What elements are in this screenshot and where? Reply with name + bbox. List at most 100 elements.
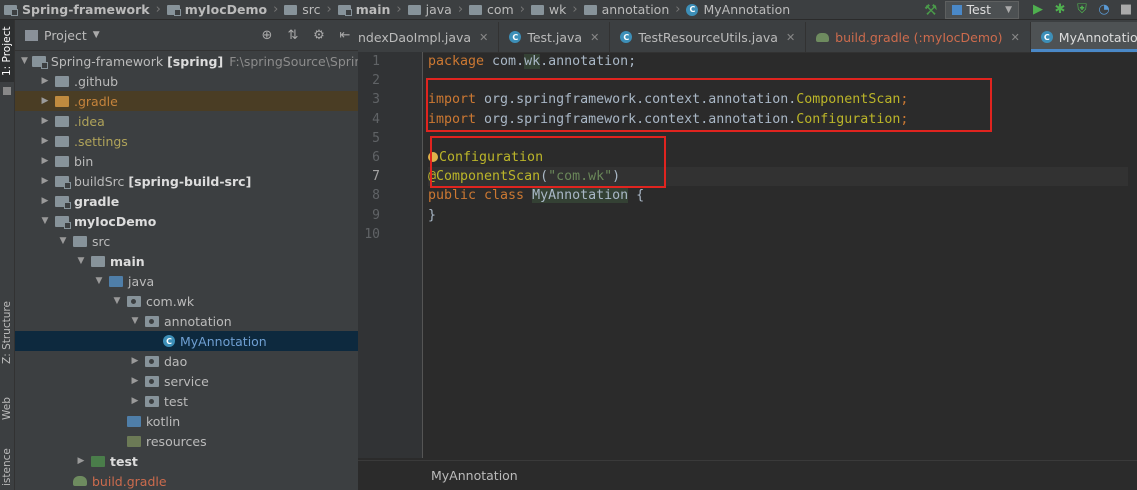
project-panel-header: Project ▼ ⊕ ⇅ ⚙ ⇤: [15, 20, 358, 51]
breadcrumb-item[interactable]: Spring-framework: [0, 2, 154, 17]
breadcrumb-file[interactable]: C MyAnnotation: [682, 2, 794, 17]
expanded-arrow-icon[interactable]: ▼: [57, 236, 69, 246]
expanded-arrow-icon[interactable]: ▼: [39, 216, 51, 226]
expanded-arrow-icon[interactable]: ▼: [129, 316, 141, 326]
gradle-file-icon: [816, 32, 830, 42]
editor-tab[interactable]: CMyAnnotation.java✕: [1030, 22, 1137, 52]
tree-item-label: build.gradle: [92, 473, 167, 489]
collapsed-arrow-icon[interactable]: ▶: [129, 396, 141, 406]
tree-item[interactable]: ▶ .idea: [15, 111, 358, 131]
excluded-folder-icon: [55, 95, 69, 107]
coverage-icon[interactable]: ⛨: [1071, 2, 1093, 17]
gear-icon[interactable]: ⚙: [306, 28, 332, 43]
debug-icon[interactable]: ✱: [1049, 2, 1071, 17]
tree-item[interactable]: ▶ service: [15, 371, 358, 391]
tree-item[interactable]: ▶ .gradle: [15, 91, 358, 111]
close-icon[interactable]: ✕: [1011, 31, 1020, 44]
tree-item[interactable]: ▶ dao: [15, 351, 358, 371]
tree-item[interactable]: ▶ buildSrc [spring-build-src]: [15, 171, 358, 191]
editor-breadcrumb-label[interactable]: MyAnnotation: [431, 468, 518, 483]
chevron-down-icon[interactable]: ▼: [93, 30, 100, 40]
tree-item[interactable]: ▼ src: [15, 231, 358, 251]
tree-item-label: service: [164, 373, 209, 389]
tree-item[interactable]: ▶ test: [15, 391, 358, 411]
expanded-arrow-icon[interactable]: ▼: [21, 56, 28, 66]
stop-icon[interactable]: ■: [1115, 2, 1137, 17]
editor-tab[interactable]: ndexDaoImpl.java ✕: [358, 22, 500, 52]
line-number: 7: [372, 169, 380, 185]
editor-tab[interactable]: C TestResourceUtils.java ✕: [610, 22, 807, 52]
collapsed-arrow-icon[interactable]: ▶: [39, 176, 51, 186]
collapsed-arrow-icon[interactable]: ▶: [39, 76, 51, 86]
expanded-arrow-icon[interactable]: ▼: [75, 256, 87, 266]
collapsed-arrow-icon[interactable]: ▶: [129, 376, 141, 386]
close-icon[interactable]: ✕: [479, 31, 488, 44]
collapsed-arrow-icon[interactable]: ▶: [39, 196, 51, 206]
tree-item[interactable]: ▶ gradle: [15, 191, 358, 211]
module-name-label: [spring]: [167, 53, 224, 69]
breadcrumb-item[interactable]: com: [465, 2, 518, 17]
breadcrumb-item[interactable]: src: [280, 2, 324, 17]
tree-item[interactable]: ▼ Spring-framework [spring] F:\springSource…: [15, 51, 358, 71]
run-icon[interactable]: ▶: [1027, 2, 1049, 17]
line-number: 4: [372, 111, 380, 127]
project-view-select[interactable]: Project: [44, 28, 87, 43]
breadcrumb-item[interactable]: java: [404, 2, 456, 17]
collapsed-arrow-icon[interactable]: ▶: [75, 456, 87, 466]
breadcrumb-item[interactable]: annotation: [580, 2, 674, 17]
code-line: public class MyAnnotation {: [428, 186, 1128, 205]
run-config-label: Test: [966, 2, 992, 17]
tree-item[interactable]: ▶ bin: [15, 151, 358, 171]
expanded-arrow-icon[interactable]: ▼: [93, 276, 105, 286]
package-icon: [145, 395, 159, 407]
tree-item[interactable]: ▶ .github: [15, 71, 358, 91]
test-folder-icon: [91, 455, 105, 467]
project-tool-tab[interactable]: 1: Project: [0, 20, 14, 82]
breadcrumb-file-label: MyAnnotation: [703, 2, 791, 17]
persistence-tool-tab[interactable]: istence: [0, 444, 14, 490]
breadcrumb-item[interactable]: wk: [527, 2, 570, 17]
tree-item[interactable]: ▼ com.wk: [15, 291, 358, 311]
editor-tab-label: build.gradle (:myIocDemo): [835, 29, 1003, 45]
tree-item[interactable]: resources: [15, 431, 358, 451]
tree-item-label: java: [128, 273, 155, 289]
module-folder-icon: [55, 195, 71, 209]
line-number: 6: [372, 149, 380, 165]
breadcrumb-item-label: wk: [548, 2, 567, 17]
tree-item[interactable]: C MyAnnotation: [15, 331, 358, 351]
breadcrumb-item-label: java: [425, 2, 452, 17]
tree-item[interactable]: build.gradle: [15, 471, 358, 490]
web-tool-tab[interactable]: Web: [0, 386, 14, 432]
close-icon[interactable]: ✕: [590, 31, 599, 44]
tree-item[interactable]: ▶ test: [15, 451, 358, 471]
editor-tab[interactable]: build.gradle (:myIocDemo) ✕: [806, 22, 1031, 52]
run-configuration-select[interactable]: Test ▼: [945, 0, 1019, 19]
structure-tool-tab[interactable]: Z: Structure: [0, 288, 14, 378]
collapsed-arrow-icon[interactable]: ▶: [39, 116, 51, 126]
collapsed-arrow-icon[interactable]: ▶: [39, 96, 51, 106]
tree-item[interactable]: ▶ .settings: [15, 131, 358, 151]
build-hammer-icon[interactable]: ⚒: [916, 1, 945, 19]
collapsed-arrow-icon[interactable]: ▶: [39, 136, 51, 146]
collapsed-arrow-icon[interactable]: ▶: [129, 356, 141, 366]
expanded-arrow-icon[interactable]: ▼: [111, 296, 123, 306]
folder-icon: [55, 75, 69, 87]
hide-panel-icon[interactable]: ⇤: [332, 28, 358, 43]
editor-tab-label: TestResourceUtils.java: [638, 29, 778, 45]
tree-item[interactable]: ▼ java: [15, 271, 358, 291]
code-token: com.: [492, 54, 525, 69]
tree-item[interactable]: ▼ annotation: [15, 311, 358, 331]
collapsed-arrow-icon[interactable]: ▶: [39, 156, 51, 166]
breadcrumb-item[interactable]: main: [334, 2, 395, 17]
breadcrumb-item[interactable]: myIocDemo: [163, 2, 271, 17]
profile-icon[interactable]: ◔: [1093, 2, 1115, 17]
tree-item[interactable]: ▼ main: [15, 251, 358, 271]
close-icon[interactable]: ✕: [786, 31, 795, 44]
code-token: }: [428, 207, 437, 223]
code-token: package: [428, 54, 493, 69]
collapse-all-icon[interactable]: ⇅: [280, 28, 306, 43]
tree-item[interactable]: kotlin: [15, 411, 358, 431]
locate-file-icon[interactable]: ⊕: [254, 28, 280, 43]
editor-tab[interactable]: C Test.java ✕: [499, 22, 611, 52]
tree-item[interactable]: ▼ myIocDemo: [15, 211, 358, 231]
